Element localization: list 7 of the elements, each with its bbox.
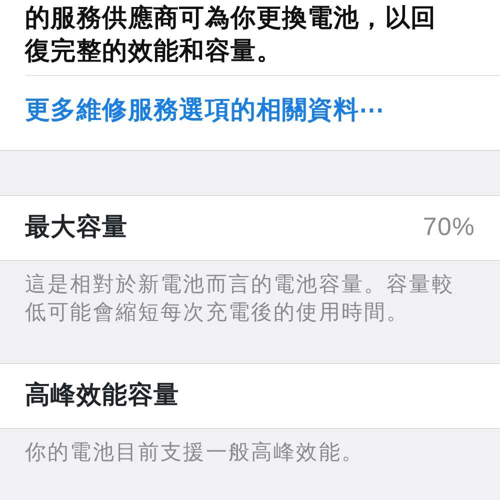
footer-text: 這是相對於新電池而言的電池容量。容量較低可能會縮短每次充電後的使用時間。 — [24, 272, 456, 326]
row-value: 70% — [422, 212, 475, 243]
description-text: 的服務供應商可為你更換電池，以回復完整的效能和容量。 — [24, 3, 438, 67]
footer-text: 你的電池目前支援一般高峰效能。 — [24, 440, 365, 466]
row-label: 最大容量 — [25, 212, 128, 243]
row-label: 高峰效能容量 — [25, 380, 180, 411]
info-link[interactable]: 更多維修服務選項的相關資料⋯ — [0, 76, 500, 150]
